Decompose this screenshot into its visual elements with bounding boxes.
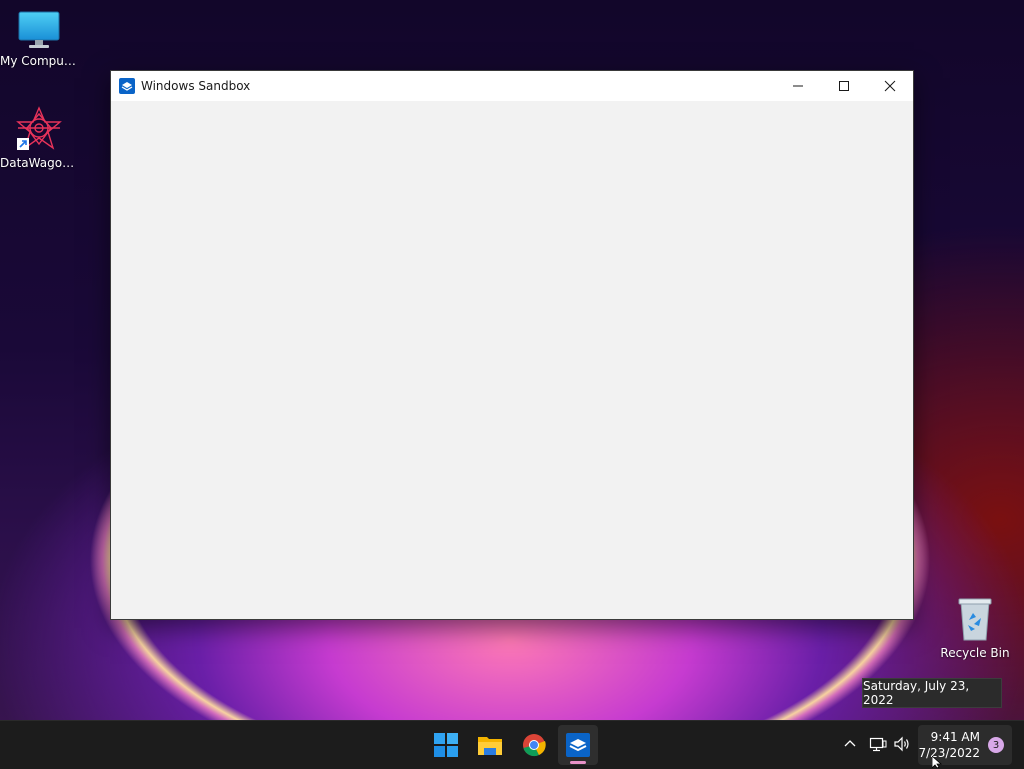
recycle-bin-icon <box>958 598 992 641</box>
network-icon <box>869 737 887 752</box>
desktop-icon-label: My Computer <box>0 54 78 68</box>
desktop-icon-my-computer[interactable]: My Computer <box>0 10 78 68</box>
notification-badge: 3 <box>988 737 1004 753</box>
desktop-icon-label: Recycle Bin <box>940 646 1010 660</box>
taskbar-windows-sandbox[interactable] <box>558 725 598 765</box>
file-explorer-icon <box>478 737 502 755</box>
window-title: Windows Sandbox <box>141 79 251 93</box>
volume-button[interactable] <box>891 733 913 755</box>
maximize-button[interactable] <box>821 71 867 101</box>
mouse-cursor-icon <box>932 756 943 768</box>
minimize-button[interactable] <box>775 71 821 101</box>
windows-sandbox-icon <box>119 78 135 94</box>
maximize-icon <box>839 81 849 91</box>
start-button[interactable] <box>426 725 466 765</box>
show-hidden-icons-button[interactable] <box>839 733 861 755</box>
windows-sandbox-window[interactable]: Windows Sandbox <box>110 70 914 620</box>
date-tooltip: Saturday, July 23, 2022 <box>862 678 1002 708</box>
taskbar-file-explorer[interactable] <box>470 725 510 765</box>
chevron-up-icon <box>844 740 856 747</box>
taskbar-chrome[interactable] <box>514 725 554 765</box>
taskbar: 9:41 AM 7/23/2022 3 <box>0 720 1024 769</box>
close-button[interactable] <box>867 71 913 101</box>
minimize-icon <box>793 85 803 87</box>
network-button[interactable] <box>867 733 889 755</box>
monitor-icon <box>18 11 60 48</box>
chrome-icon <box>523 734 546 757</box>
window-titlebar[interactable]: Windows Sandbox <box>111 71 913 101</box>
window-content-area[interactable] <box>111 101 913 618</box>
desktop-icon-recycle-bin[interactable]: Recycle Bin <box>936 596 1014 660</box>
desktop-icon-label: DataWagon... <box>0 156 78 170</box>
desktop-icon-datawagon[interactable]: DataWagon... <box>0 106 78 170</box>
windows-sandbox-icon <box>566 733 590 757</box>
speaker-icon <box>894 736 909 752</box>
clock-date: 7/23/2022 <box>918 746 980 760</box>
start-icon <box>434 733 458 757</box>
clock-time: 9:41 AM <box>930 730 980 744</box>
active-app-indicator <box>570 761 586 764</box>
datawagon-shortcut-icon <box>16 106 62 150</box>
close-icon <box>884 80 896 92</box>
